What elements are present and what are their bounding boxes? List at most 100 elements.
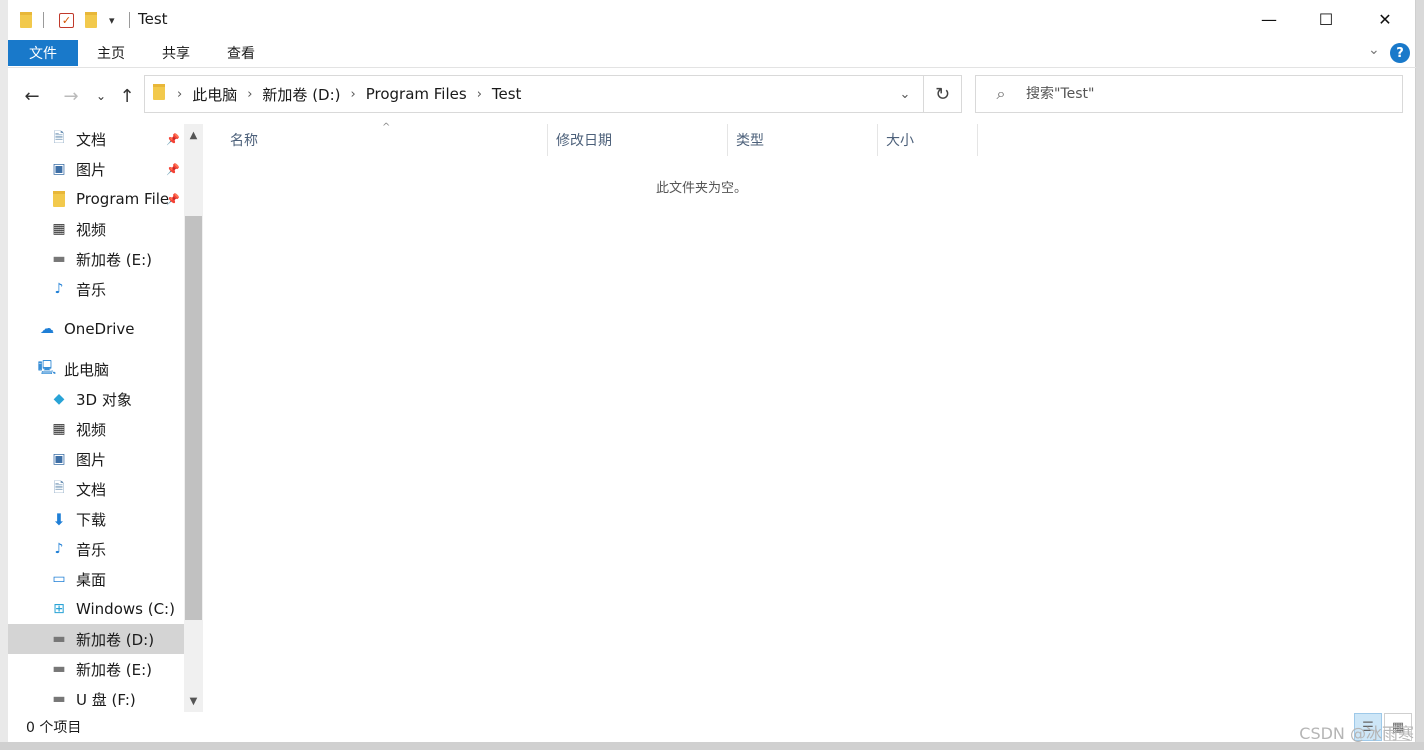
sidebar-item-pictures-pinned[interactable]: ▣ 图片 📌: [8, 154, 184, 184]
explorer-window: ✓ ▾ Test — ☐ ✕ 文件 主页 共享 查看 ⌄ ? ← → ⌄ ↑ ›…: [8, 0, 1416, 742]
music-icon: ♪: [54, 541, 64, 557]
empty-folder-message: 此文件夹为空。: [655, 181, 747, 196]
drive-icon: ▬: [52, 691, 66, 707]
refresh-button[interactable]: ↻: [923, 76, 961, 112]
breadcrumb-separator[interactable]: ›: [177, 87, 182, 102]
sidebar-item-documents-pinned[interactable]: 🗎 文档 📌: [8, 124, 184, 154]
location-folder-icon: [153, 84, 165, 104]
search-box[interactable]: ⌕: [975, 75, 1403, 113]
scroll-down-icon[interactable]: ▼: [184, 692, 203, 710]
drive-icon: ▬: [52, 631, 66, 647]
sidebar-item-label: 3D 对象: [76, 390, 132, 409]
minimize-button[interactable]: —: [1240, 0, 1298, 38]
sidebar-item-music-pc[interactable]: ♪ 音乐: [8, 534, 184, 564]
column-size[interactable]: 大小: [878, 124, 978, 156]
item-count: 0 个项目: [26, 720, 82, 736]
sidebar-item-label: 视频: [76, 220, 107, 239]
sidebar-item-pictures-pc[interactable]: ▣ 图片: [8, 444, 184, 474]
breadcrumb-this-pc[interactable]: 此电脑: [192, 84, 237, 105]
search-input[interactable]: [1026, 86, 1386, 102]
new-folder-icon[interactable]: [85, 10, 97, 30]
sort-ascending-icon: ^: [382, 122, 391, 133]
breadcrumb-program-files[interactable]: Program Files: [366, 85, 467, 103]
sidebar-item-videos[interactable]: ▦ 视频: [8, 214, 184, 244]
window-title: Test: [138, 10, 168, 28]
breadcrumb-separator[interactable]: ›: [477, 87, 482, 102]
sidebar-item-label: Windows (C:): [76, 600, 175, 618]
document-icon: 🗎: [53, 130, 65, 146]
back-button[interactable]: ←: [18, 82, 46, 110]
sidebar-item-drive-e-pc[interactable]: ▬ 新加卷 (E:): [8, 654, 184, 684]
sidebar-item-label: 下载: [76, 510, 107, 529]
up-button[interactable]: ↑: [113, 82, 141, 110]
sidebar-item-onedrive[interactable]: ☁ OneDrive: [8, 314, 184, 344]
qa-dropdown-icon[interactable]: ▾: [109, 10, 115, 30]
sidebar-item-label: 新加卷 (E:): [76, 660, 153, 679]
sidebar-item-label: 此电脑: [64, 360, 110, 379]
address-bar[interactable]: › 此电脑 › 新加卷 (D:) › Program Files › Test …: [144, 75, 962, 113]
drive-icon: ▬: [52, 661, 66, 677]
help-icon[interactable]: ?: [1390, 43, 1410, 63]
sidebar-item-3d-objects[interactable]: ◆ 3D 对象: [8, 384, 184, 414]
maximize-button[interactable]: ☐: [1297, 0, 1355, 38]
pin-icon[interactable]: 📌: [166, 193, 180, 206]
computer-icon: 🖳: [37, 360, 57, 376]
properties-icon[interactable]: ✓: [59, 10, 74, 30]
column-label: 类型: [736, 133, 764, 149]
sidebar-item-this-pc[interactable]: 🖳 此电脑: [8, 354, 184, 384]
column-date-modified[interactable]: 修改日期: [548, 124, 728, 156]
background-strip-bottom: [0, 742, 1424, 750]
breadcrumb-test[interactable]: Test: [492, 85, 522, 103]
sidebar-item-drive-d[interactable]: ▬ 新加卷 (D:): [8, 624, 184, 654]
scroll-thumb[interactable]: [185, 216, 202, 620]
breadcrumb-separator[interactable]: ›: [351, 87, 356, 102]
title-bar: ✓ ▾ Test — ☐ ✕: [8, 0, 1416, 38]
pin-icon[interactable]: 📌: [166, 133, 180, 146]
sidebar-item-videos-pc[interactable]: ▦ 视频: [8, 414, 184, 444]
sidebar-item-music[interactable]: ♪ 音乐: [8, 274, 184, 304]
desktop-icon: ▭: [52, 571, 66, 587]
download-icon: ⬇: [52, 509, 66, 529]
sidebar-item-program-files[interactable]: Program File 📌: [8, 184, 184, 214]
sidebar-item-label: 文档: [76, 130, 107, 149]
tab-home[interactable]: 主页: [80, 40, 142, 66]
sidebar-item-drive-e[interactable]: ▬ 新加卷 (E:): [8, 244, 184, 274]
sidebar-scrollbar[interactable]: ▲ ▼: [184, 124, 203, 712]
address-dropdown-icon[interactable]: ⌄: [887, 76, 923, 112]
tab-share[interactable]: 共享: [145, 40, 207, 66]
breadcrumb-drive-d[interactable]: 新加卷 (D:): [262, 84, 340, 105]
column-label: 大小: [886, 133, 914, 149]
forward-button[interactable]: →: [57, 82, 85, 110]
column-type[interactable]: 类型: [728, 124, 878, 156]
column-name[interactable]: 名称 ^: [204, 122, 548, 156]
watermark: CSDN @冰雨寒: [1299, 724, 1414, 743]
sidebar-item-label: OneDrive: [64, 320, 135, 338]
tab-file[interactable]: 文件: [8, 40, 78, 66]
windows-drive-icon: ⊞: [53, 601, 65, 617]
title-separator: [129, 10, 130, 30]
close-button[interactable]: ✕: [1356, 0, 1414, 38]
document-icon: 🗎: [53, 480, 65, 496]
sidebar-item-documents-pc[interactable]: 🗎 文档: [8, 474, 184, 504]
recent-locations-button[interactable]: ⌄: [87, 82, 115, 110]
sidebar-item-downloads[interactable]: ⬇ 下载: [8, 504, 184, 534]
app-folder-icon: [20, 10, 32, 30]
sidebar-item-label: Program File: [76, 190, 170, 208]
ribbon-collapse-icon[interactable]: ⌄: [1368, 42, 1380, 58]
background-strip: [1416, 0, 1424, 750]
music-icon: ♪: [54, 281, 64, 297]
pin-icon[interactable]: 📌: [166, 163, 180, 176]
video-icon: ▦: [52, 221, 66, 237]
sidebar-item-desktop[interactable]: ▭ 桌面: [8, 564, 184, 594]
status-bar: 0 个项目 ☰ ▦: [8, 712, 1416, 742]
picture-icon: ▣: [52, 451, 66, 467]
sidebar-item-label: U 盘 (F:): [76, 690, 136, 709]
qa-separator: [43, 10, 44, 30]
scroll-up-icon[interactable]: ▲: [184, 126, 203, 144]
drive-icon: ▬: [52, 251, 66, 267]
tab-view[interactable]: 查看: [210, 40, 272, 66]
cloud-icon: ☁: [40, 321, 54, 337]
sidebar-item-drive-f[interactable]: ▬ U 盘 (F:): [8, 684, 184, 712]
breadcrumb-separator[interactable]: ›: [247, 87, 252, 102]
sidebar-item-drive-c[interactable]: ⊞ Windows (C:): [8, 594, 184, 624]
